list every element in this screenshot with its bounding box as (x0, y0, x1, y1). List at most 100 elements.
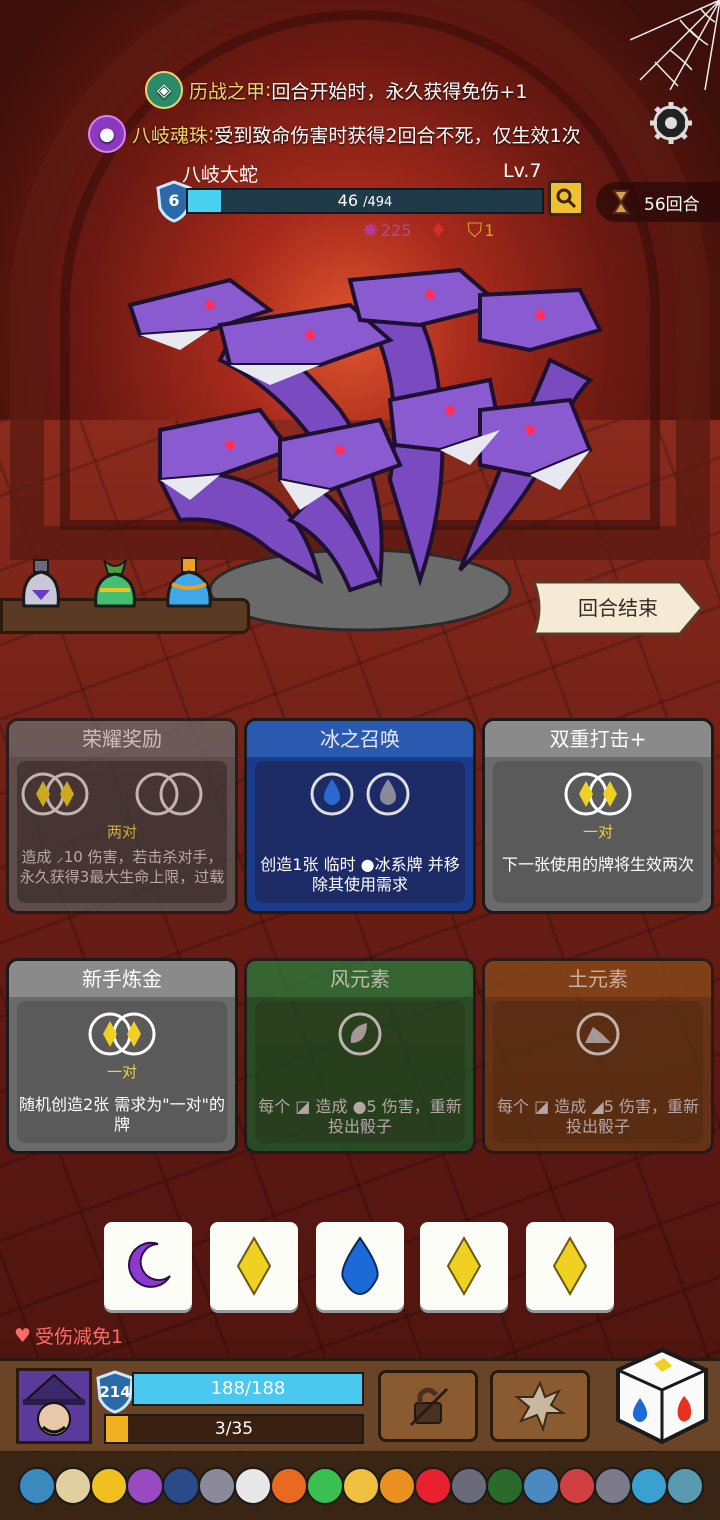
padlock-icon (409, 1387, 449, 1427)
relic-banana-icon[interactable] (90, 1467, 128, 1505)
pair-slots-icon (564, 772, 632, 816)
settings-gear-icon[interactable] (648, 100, 694, 146)
spider-web-icon (630, 0, 720, 90)
damage-reduction-label: 受伤减免1 (35, 1326, 124, 1348)
relic-name: 八岐魂珠 (132, 124, 209, 147)
locked-skill-button[interactable] (378, 1370, 478, 1442)
relic-heart-icon[interactable] (414, 1467, 452, 1505)
player-hp-text: 188/188 (210, 1378, 286, 1399)
enemy-hp-current: 46 (337, 191, 359, 210)
card-earth-element[interactable]: 土元素 每个 ◪ 造成 ◢5 伤害，重新投出骰子 (482, 958, 714, 1154)
shield-icon: ⛉ (467, 218, 483, 242)
inspect-enemy-button[interactable] (548, 180, 584, 216)
dice-moon[interactable] (104, 1222, 192, 1310)
hourglass-icon (612, 190, 630, 214)
card-double-strike[interactable]: 双重打击+ 一对 下一张使用的牌将生效两次 (482, 718, 714, 914)
relic-fruit-icon[interactable] (378, 1467, 416, 1505)
relic-desc: 受到致命伤害时获得2回合不死，仅生效1次 (214, 124, 581, 147)
relic-dragon-icon[interactable] (18, 1467, 56, 1505)
explosion-icon (514, 1380, 567, 1433)
relic-fish-icon[interactable] (270, 1467, 308, 1505)
card-desc: 每个 ◪ 造成 ◢5 伤害，重新投出骰子 (497, 1097, 699, 1136)
card-requirement (485, 771, 711, 817)
relic-shield-icon[interactable] (198, 1467, 236, 1505)
card-title: 土元素 (485, 961, 711, 997)
heart-shield-icon: ♥ (14, 1324, 32, 1347)
card-desc: 创造1张 临时 ●冰系牌 并移除其使用需求 (260, 855, 460, 894)
card-req-label: 一对 (582, 823, 613, 841)
game-scene: ◈ 历战之甲: 回合开始时，永久获得免伤+1 ● 八岐魂珠: 受到致命伤害时获得2回… (0, 0, 720, 1520)
enemy-hp-text: 46 /494 (188, 190, 542, 214)
wind-leaf-icon (338, 1012, 382, 1056)
diamond-icon (552, 1235, 588, 1297)
relic-bomb-icon[interactable] (234, 1467, 272, 1505)
card-req-label: 一对 (106, 1063, 137, 1081)
card-requirement (9, 1011, 235, 1057)
potion-gray-icon[interactable] (16, 556, 66, 616)
card-desc: 下一张使用的牌将生效两次 (501, 855, 694, 874)
card-desc: 随机创造2张 需求为"一对"的牌 (19, 1095, 225, 1134)
dice-drop[interactable] (316, 1222, 404, 1310)
relic-mask-icon[interactable] (522, 1467, 560, 1505)
relic-stone-icon[interactable] (450, 1467, 488, 1505)
relic-eye-pyramid-icon[interactable] (126, 1467, 164, 1505)
relic-horn-icon[interactable] (54, 1467, 92, 1505)
relic-orb-icon[interactable] (630, 1467, 668, 1505)
end-turn-button[interactable]: 回合结束 (530, 578, 706, 638)
relic-name: 历战之甲 (189, 80, 266, 103)
pair-slots-empty-icon (135, 772, 203, 816)
damage-reduction-status: ♥ 受伤减免1 (14, 1322, 123, 1349)
moon-icon (128, 1241, 171, 1288)
relic-diamond-charm-icon[interactable] (162, 1467, 200, 1505)
intent-poison: ✸ 225 (362, 218, 412, 242)
potion-blue-icon[interactable] (164, 556, 214, 616)
dice-diamond[interactable] (420, 1222, 508, 1310)
water-drop-icon (341, 1236, 379, 1296)
player-avatar[interactable] (16, 1368, 92, 1444)
enemy-name: 八岐大蛇 (182, 164, 259, 186)
relic-info-armor: ◈ 历战之甲: 回合开始时，永久获得免伤+1 (145, 71, 527, 109)
round-count: 56回合 (644, 194, 700, 215)
pair-slots-icon (21, 772, 89, 816)
card-novice-alchemy[interactable]: 新手炼金 一对 随机创造2张 需求为"一对"的牌 (6, 958, 238, 1154)
water-drop-icon (310, 772, 354, 816)
armor-relic-icon: ◈ (145, 71, 183, 109)
dice-diamond[interactable] (526, 1222, 614, 1310)
potion-green-icon[interactable] (90, 556, 140, 616)
intent-fire: ♦ (429, 218, 449, 242)
card-title: 双重打击+ (485, 721, 711, 757)
dice-diamond[interactable] (210, 1222, 298, 1310)
purple-splat-icon: ✸ (362, 218, 379, 242)
card-glory-reward[interactable]: 荣耀奖励 两对 造成 ⸝10 伤害，若击杀对手，永久获得3最大生命上限，过载 (6, 718, 238, 914)
relic-crown-icon[interactable] (342, 1467, 380, 1505)
explode-skill-button[interactable] (490, 1370, 590, 1442)
soul-orb-relic-icon: ● (88, 115, 126, 153)
relic-chestplate-icon[interactable] (666, 1467, 704, 1505)
enemy-hp-bar: 46 /494 (186, 188, 544, 214)
wizard-portrait-icon (22, 1373, 86, 1436)
card-requirement (485, 1011, 711, 1057)
elemental-dice-icon[interactable] (612, 1346, 712, 1446)
card-wind-element[interactable]: 风元素 每个 ◪ 造成 ●5 伤害，重新投出骰子 (244, 958, 476, 1154)
card-title: 荣耀奖励 (9, 721, 235, 757)
player-shield-icon (96, 1370, 134, 1414)
relic-info-orb: ● 八岐魂珠: 受到致命伤害时获得2回合不死，仅生效1次 (88, 115, 581, 153)
relic-armor-icon[interactable] (594, 1467, 632, 1505)
magnifier-icon (556, 188, 577, 209)
card-title: 风元素 (247, 961, 473, 997)
relic-clover-icon[interactable] (306, 1467, 344, 1505)
card-title: 新手炼金 (9, 961, 235, 997)
player-xp-text: 3/35 (214, 1419, 254, 1439)
enemy-intents: ✸ 225 ♦ ⛉ 1 (362, 218, 494, 242)
player-hp-bar: 188/188 (132, 1372, 364, 1406)
card-desc: 每个 ◪ 造成 ●5 伤害，重新投出骰子 (258, 1097, 462, 1136)
relic-ring-icon[interactable] (486, 1467, 524, 1505)
card-desc: 造成 ⸝10 伤害，若击杀对手，永久获得3最大生命上限，过载 (19, 848, 225, 886)
enemy-hp-max: /494 (363, 195, 393, 210)
card-requirement (247, 1011, 473, 1057)
relic-card-icon[interactable] (558, 1467, 596, 1505)
card-ice-summon[interactable]: 冰之召唤 创造1张 临时 ●冰系牌 并移除其使用需求 (244, 718, 476, 914)
diamond-icon (236, 1235, 272, 1297)
card-req-label: 两对 (106, 823, 137, 841)
enemy-level: Lv.7 (503, 160, 542, 182)
